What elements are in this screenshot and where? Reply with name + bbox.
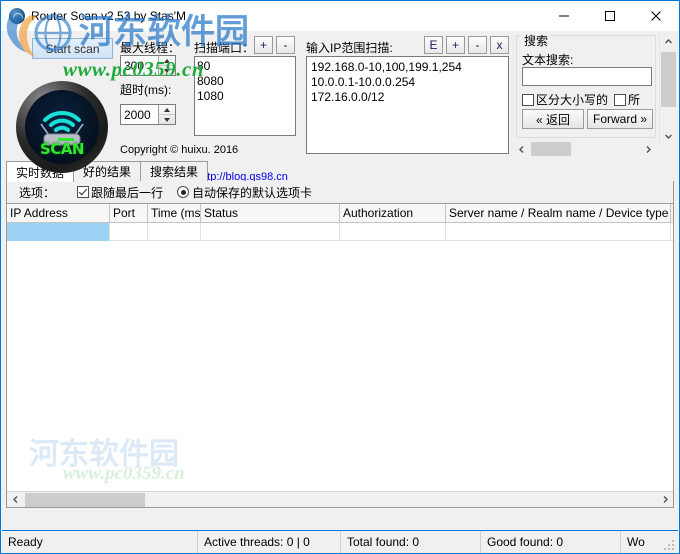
grid-hscroll-thumb[interactable] <box>25 493 145 507</box>
grid-horizontal-scrollbar[interactable] <box>7 491 673 507</box>
ports-list-item[interactable]: 8080 <box>197 74 295 89</box>
ip-range-item[interactable]: 10.0.0.1-10.0.0.254 <box>311 75 508 90</box>
search-forward-button[interactable]: Forward » <box>587 109 653 129</box>
case-sensitive-checkbox[interactable] <box>522 93 534 106</box>
status-bar: Ready Active threads: 0 | 0 Total found:… <box>2 530 678 553</box>
grid-header-time[interactable]: Time (ms) <box>148 204 201 222</box>
scan-logo: SCAN <box>16 81 108 173</box>
ports-remove-button[interactable]: - <box>276 36 295 54</box>
ports-listbox[interactable]: 80 8080 1080 <box>194 56 296 136</box>
close-button[interactable] <box>633 1 679 31</box>
toolbar-vscroll-thumb[interactable] <box>661 52 676 107</box>
window-controls <box>541 1 679 31</box>
grid-header-status[interactable]: Status <box>201 204 340 222</box>
grid-cell-server-name[interactable] <box>446 223 671 241</box>
tab-search-results[interactable]: 搜索结果 <box>140 161 209 181</box>
toolbar-horizontal-scrollbar[interactable] <box>513 141 656 157</box>
scan-logo-text: SCAN <box>40 140 84 158</box>
search-input[interactable] <box>523 68 651 85</box>
ports-list-item[interactable]: 80 <box>197 59 295 74</box>
max-threads-spin-down[interactable] <box>159 66 175 75</box>
start-scan-button[interactable]: Start scan <box>32 38 113 59</box>
ports-add-button[interactable]: + <box>254 36 273 54</box>
follow-last-line-label: 跟随最后一行 <box>91 185 164 200</box>
toolbar-vertical-scrollbar[interactable] <box>659 33 676 145</box>
follow-last-line-option[interactable]: 跟随最后一行 <box>77 184 163 201</box>
ip-range-item[interactable]: 172.16.0.0/12 <box>311 90 508 105</box>
grid-cell-status[interactable] <box>201 223 340 241</box>
search-input-wrap[interactable] <box>522 67 652 86</box>
grid-scroll-left-icon[interactable] <box>7 492 23 508</box>
ip-range-listbox[interactable]: 192.168.0-10,100,199.1,254 10.0.0.1-10.0… <box>306 56 509 154</box>
ip-range-remove-button[interactable]: - <box>468 36 487 54</box>
status-active-threads: Active threads: 0 | 0 <box>198 530 341 553</box>
text-search-label: 文本搜索: <box>522 53 574 67</box>
scroll-up-icon[interactable] <box>660 33 677 50</box>
max-threads-spin-buttons[interactable] <box>158 56 175 75</box>
search-back-button[interactable]: « 返回 <box>522 109 584 129</box>
grid-scroll-right-icon[interactable] <box>657 492 673 508</box>
search-checkbox-row: 区分大小写的 所 <box>522 91 640 108</box>
scan-ports-label: 扫描端口： <box>194 41 255 55</box>
max-threads-label: 最大线程： <box>120 41 181 55</box>
window-title: Router Scan v2.53 by Stas'M <box>31 9 187 23</box>
status-good-found: Good found: 0 <box>481 530 621 553</box>
grid-cell-time[interactable] <box>148 223 201 241</box>
max-threads-stepper[interactable] <box>120 55 176 76</box>
copyright-text: Copyright © huixu. 2016 <box>120 144 239 156</box>
ip-range-clear-button[interactable]: x <box>490 36 509 54</box>
grid-header-row: IP Address Port Time (ms) Status Authori… <box>7 204 673 223</box>
follow-last-line-checkbox[interactable] <box>77 186 90 198</box>
timeout-spin-buttons[interactable] <box>158 105 175 124</box>
toolbar-hscroll-thumb[interactable] <box>531 142 571 156</box>
grid-header-port[interactable]: Port <box>110 204 148 222</box>
grid-header-authorization[interactable]: Authorization <box>340 204 446 222</box>
ip-range-label: 输入IP范围扫描: <box>306 41 393 55</box>
results-grid: IP Address Port Time (ms) Status Authori… <box>6 203 674 508</box>
ip-range-edit-button[interactable]: E <box>424 36 443 54</box>
scroll-down-icon[interactable] <box>660 128 677 145</box>
status-total-found: Total found: 0 <box>341 530 481 553</box>
options-bar: 选项： 跟随最后一行 自动保存的默认选项卡 <box>6 181 674 203</box>
scroll-left-icon[interactable] <box>513 141 529 157</box>
search-group-title: 搜索 <box>522 34 551 48</box>
ip-range-add-button[interactable]: + <box>446 36 465 54</box>
timeout-input[interactable] <box>121 106 158 123</box>
options-label: 选项： <box>19 185 56 200</box>
status-ready: Ready <box>2 530 198 553</box>
grid-header-server-name[interactable]: Server name / Realm name / Device type <box>446 204 671 222</box>
grid-cell-authorization[interactable] <box>340 223 446 241</box>
ip-range-item[interactable]: 192.168.0-10,100,199.1,254 <box>311 60 508 75</box>
max-threads-spin-up[interactable] <box>159 56 175 66</box>
router-globe-icon <box>9 8 25 24</box>
autosave-tab-label: 自动保存的默认选项卡 <box>192 185 313 200</box>
timeout-label: 超时(ms): <box>120 83 172 97</box>
scroll-right-icon[interactable] <box>640 141 656 157</box>
max-threads-input[interactable] <box>121 57 158 74</box>
minimize-button[interactable] <box>541 1 587 31</box>
search-all-checkbox[interactable] <box>614 93 627 106</box>
case-sensitive-label: 区分大小写的 <box>536 93 609 107</box>
search-all-label: 所 <box>628 93 641 107</box>
tab-strip: 实时数据 好的结果 搜索结果 <box>6 160 674 182</box>
timeout-stepper[interactable] <box>120 104 176 125</box>
timeout-spin-down[interactable] <box>159 115 175 124</box>
table-row[interactable] <box>7 223 673 241</box>
maximize-button[interactable] <box>587 1 633 31</box>
grid-cell-port[interactable] <box>110 223 148 241</box>
resize-grip-icon[interactable] <box>664 538 676 550</box>
app-window: Router Scan v2.53 by Stas'M Start scan S… <box>0 0 680 554</box>
grid-header-ip-address[interactable]: IP Address <box>7 204 110 222</box>
autosave-tab-radio[interactable] <box>177 186 190 198</box>
ports-list-item[interactable]: 1080 <box>197 89 295 104</box>
autosave-tab-option[interactable]: 自动保存的默认选项卡 <box>177 184 312 201</box>
timeout-spin-up[interactable] <box>159 105 175 115</box>
grid-cell-ip-address[interactable] <box>7 223 110 241</box>
